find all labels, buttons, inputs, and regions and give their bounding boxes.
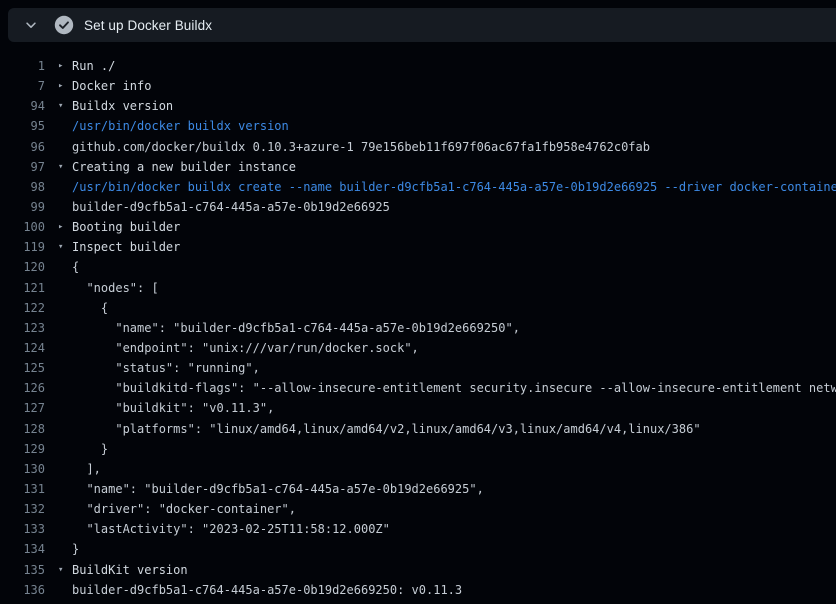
group-title: Run ./: [72, 59, 115, 73]
output-text: "buildkitd-flags": "--allow-insecure-ent…: [72, 381, 836, 395]
log-line: 121 "nodes": [: [0, 278, 836, 298]
log-line: 128 "platforms": "linux/amd64,linux/amd6…: [0, 419, 836, 439]
line-number[interactable]: 7: [0, 79, 45, 93]
triangle-right-icon[interactable]: ▸: [45, 56, 72, 76]
actions-log-panel: Set up Docker Buildx 1▸Run ./7▸Docker in…: [0, 0, 836, 604]
output-text: "lastActivity": "2023-02-25T11:58:12.000…: [72, 522, 390, 536]
log-line: 95/usr/bin/docker buildx version: [0, 116, 836, 136]
output-text: "driver": "docker-container",: [72, 502, 296, 516]
line-number[interactable]: 121: [0, 281, 45, 295]
log-line: 126 "buildkitd-flags": "--allow-insecure…: [0, 378, 836, 398]
log-group-line[interactable]: 119▾Inspect builder: [0, 237, 836, 257]
triangle-right-icon[interactable]: ▸: [45, 217, 72, 237]
log-line: 130 ],: [0, 459, 836, 479]
log-group-line[interactable]: 94▾Buildx version: [0, 96, 836, 116]
log-line: 98/usr/bin/docker buildx create --name b…: [0, 177, 836, 197]
log-line: 134}: [0, 539, 836, 559]
check-circle-icon: [54, 15, 74, 35]
group-title: Docker info: [72, 79, 151, 93]
log-line: 125 "status": "running",: [0, 358, 836, 378]
line-number[interactable]: 125: [0, 361, 45, 375]
triangle-down-icon[interactable]: ▾: [45, 96, 72, 116]
line-number[interactable]: 100: [0, 220, 45, 234]
line-number[interactable]: 127: [0, 401, 45, 415]
log-group-line[interactable]: 7▸Docker info: [0, 76, 836, 96]
line-number[interactable]: 129: [0, 442, 45, 456]
output-text: {: [72, 301, 108, 315]
log-line: 120 {: [0, 257, 836, 277]
log-group-line[interactable]: 97▾Creating a new builder instance: [0, 157, 836, 177]
triangle-right-icon[interactable]: ▸: [45, 76, 72, 96]
output-text: builder-d9cfb5a1-c764-445a-a57e-0b19d2e6…: [72, 200, 390, 214]
group-title: Booting builder: [72, 220, 180, 234]
line-number[interactable]: 132: [0, 502, 45, 516]
output-text: ],: [72, 462, 101, 476]
output-text: {: [72, 260, 79, 274]
output-text: builder-d9cfb5a1-c764-445a-a57e-0b19d2e6…: [72, 583, 462, 597]
log-area[interactable]: 1▸Run ./7▸Docker info94▾Buildx version95…: [0, 42, 836, 604]
collapse-step-button[interactable]: [8, 8, 46, 42]
log-group-line[interactable]: 1▸Run ./: [0, 56, 836, 76]
step-header[interactable]: Set up Docker Buildx: [8, 8, 836, 42]
step-title: Set up Docker Buildx: [84, 18, 212, 33]
command-text: /usr/bin/docker buildx create --name bui…: [72, 180, 836, 194]
log-line: 127 "buildkit": "v0.11.3",: [0, 398, 836, 418]
line-number[interactable]: 133: [0, 522, 45, 536]
log-line: 136 builder-d9cfb5a1-c764-445a-a57e-0b19d…: [0, 580, 836, 600]
output-text: }: [72, 542, 79, 556]
triangle-down-icon[interactable]: ▾: [45, 237, 72, 257]
log-line: 123 "name": "builder-d9cfb5a1-c764-445a-…: [0, 318, 836, 338]
output-text: "name": "builder-d9cfb5a1-c764-445a-a57e…: [72, 321, 520, 335]
group-title: BuildKit version: [72, 563, 188, 577]
line-number[interactable]: 120: [0, 260, 45, 274]
line-number[interactable]: 98: [0, 180, 45, 194]
group-title: Buildx version: [72, 99, 173, 113]
line-number[interactable]: 95: [0, 119, 45, 133]
line-number[interactable]: 1: [0, 59, 45, 73]
log-line: 129 }: [0, 439, 836, 459]
log-group-line[interactable]: 135▾BuildKit version: [0, 560, 836, 580]
line-number[interactable]: 136: [0, 583, 45, 597]
command-text: /usr/bin/docker buildx version: [72, 119, 289, 133]
log-group-line[interactable]: 100▸Booting builder: [0, 217, 836, 237]
chevron-down-icon: [24, 18, 38, 32]
triangle-down-icon[interactable]: ▾: [45, 560, 72, 580]
output-text: "platforms": "linux/amd64,linux/amd64/v2…: [72, 422, 701, 436]
line-number[interactable]: 124: [0, 341, 45, 355]
line-number[interactable]: 123: [0, 321, 45, 335]
line-number[interactable]: 99: [0, 200, 45, 214]
line-number[interactable]: 130: [0, 462, 45, 476]
line-number[interactable]: 122: [0, 301, 45, 315]
log-line: 132 "driver": "docker-container",: [0, 499, 836, 519]
output-text: "name": "builder-d9cfb5a1-c764-445a-a57e…: [72, 482, 484, 496]
log-line: 124 "endpoint": "unix:///var/run/docker.…: [0, 338, 836, 358]
line-number[interactable]: 97: [0, 160, 45, 174]
output-text: "status": "running",: [72, 361, 260, 375]
output-text: github.com/docker/buildx 0.10.3+azure-1 …: [72, 140, 650, 154]
line-number[interactable]: 135: [0, 563, 45, 577]
line-number[interactable]: 94: [0, 99, 45, 113]
output-text: "endpoint": "unix:///var/run/docker.sock…: [72, 341, 419, 355]
group-title: Creating a new builder instance: [72, 160, 296, 174]
log-line: 96 github.com/docker/buildx 0.10.3+azure-…: [0, 137, 836, 157]
log-line: 99 builder-d9cfb5a1-c764-445a-a57e-0b19d2…: [0, 197, 836, 217]
log-line: 133 "lastActivity": "2023-02-25T11:58:12…: [0, 519, 836, 539]
output-text: "nodes": [: [72, 281, 159, 295]
output-text: }: [72, 442, 108, 456]
group-title: Inspect builder: [72, 240, 180, 254]
output-text: "buildkit": "v0.11.3",: [72, 401, 274, 415]
line-number[interactable]: 119: [0, 240, 45, 254]
triangle-down-icon[interactable]: ▾: [45, 157, 72, 177]
line-number[interactable]: 134: [0, 542, 45, 556]
line-number[interactable]: 96: [0, 140, 45, 154]
line-number[interactable]: 126: [0, 381, 45, 395]
log-line: 131 "name": "builder-d9cfb5a1-c764-445a-…: [0, 479, 836, 499]
log-line: 122 {: [0, 298, 836, 318]
line-number[interactable]: 128: [0, 422, 45, 436]
line-number[interactable]: 131: [0, 482, 45, 496]
